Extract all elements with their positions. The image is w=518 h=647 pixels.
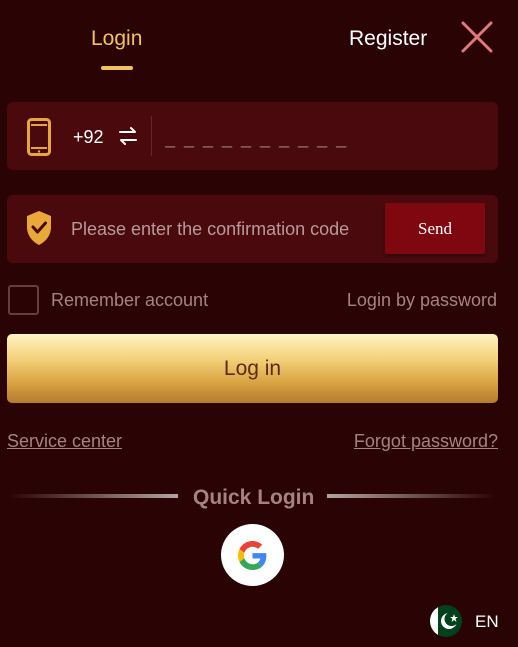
tab-login[interactable]: Login (91, 27, 142, 51)
remember-account-checkbox[interactable] (8, 285, 39, 315)
phone-input[interactable] (165, 120, 475, 156)
confirmation-code-input[interactable] (71, 213, 371, 245)
close-button[interactable] (460, 20, 494, 54)
field-divider (151, 116, 152, 156)
pakistan-flag-icon[interactable] (430, 605, 462, 637)
shield-check-icon (27, 211, 51, 245)
tab-register[interactable]: Register (349, 27, 427, 51)
active-tab-indicator (101, 66, 133, 70)
send-code-button[interactable]: Send (385, 203, 485, 254)
language-label[interactable]: EN (475, 612, 499, 632)
quick-login-divider-left (8, 494, 178, 498)
country-code[interactable]: +92 (73, 127, 104, 148)
quick-login-label: Quick Login (193, 486, 315, 509)
close-icon (461, 21, 493, 53)
login-button[interactable]: Log in (7, 334, 498, 403)
swap-icon[interactable] (118, 126, 138, 146)
forgot-password-link[interactable]: Forgot password? (354, 431, 498, 452)
quick-login-divider-right (327, 494, 497, 498)
phone-icon (27, 118, 51, 156)
phone-field: +92 (7, 102, 498, 170)
login-by-password-link[interactable]: Login by password (347, 290, 497, 311)
google-icon (238, 541, 267, 570)
confirmation-code-field: Send (7, 195, 498, 263)
google-login-button[interactable] (221, 524, 284, 586)
remember-account-label[interactable]: Remember account (51, 290, 208, 311)
service-center-link[interactable]: Service center (7, 431, 122, 452)
